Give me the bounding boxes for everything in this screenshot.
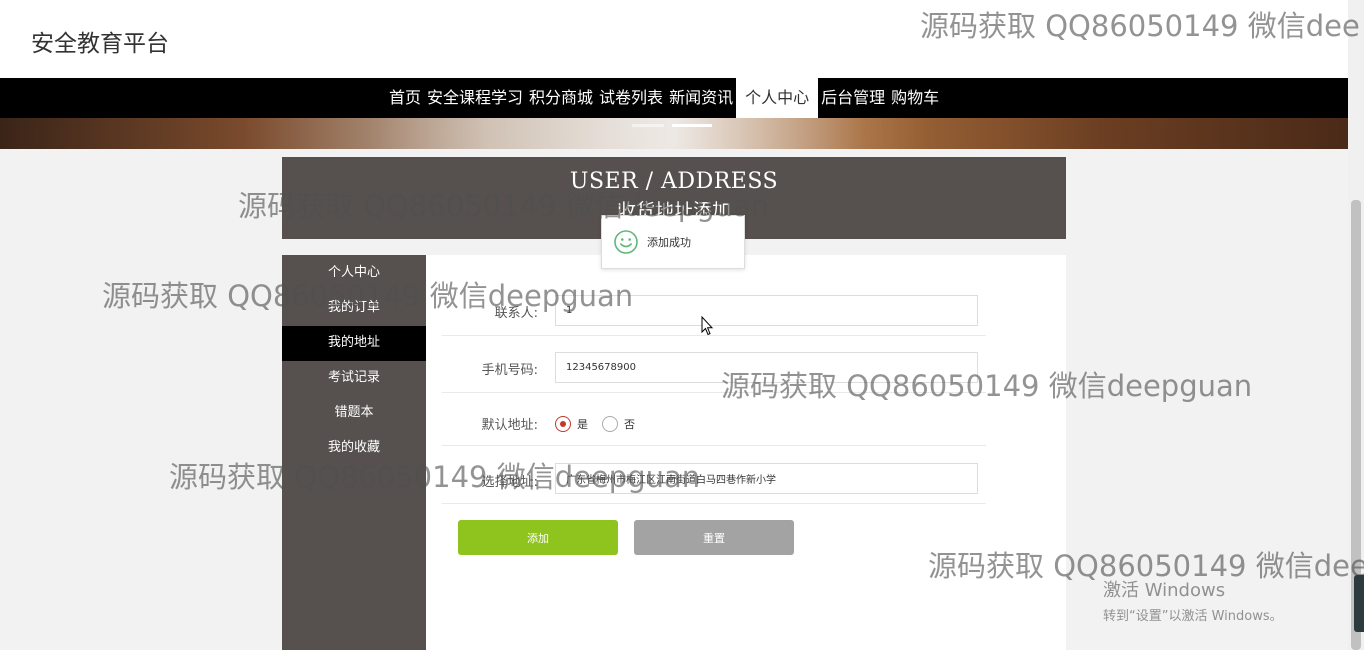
activation-title: 激活 Windows (1103, 580, 1226, 601)
sidebar-item-favorites[interactable]: 我的收藏 (282, 431, 426, 466)
activation-subtitle: 转到“设置”以激活 Windows。 (1103, 609, 1283, 624)
nav-items: 首页 安全课程学习 积分商城 试卷列表 新闻资讯 个人中心 后台管理 购物车 (386, 78, 942, 118)
address-label: 选择地址: (481, 475, 538, 490)
sidebar-item-my-address[interactable]: 我的地址 (282, 326, 426, 361)
carousel-dot-active[interactable] (672, 124, 712, 127)
phone-row: 手机号码: (442, 348, 986, 393)
phone-label: 手机号码: (481, 363, 538, 378)
default-address-radio-group: 是 否 (555, 416, 649, 432)
default-address-label: 默认地址: (481, 418, 538, 433)
user-sidebar: 个人中心 我的订单 我的地址 考试记录 错题本 我的收藏 (282, 255, 426, 650)
default-address-row: 默认地址: 是 否 (442, 405, 986, 446)
mouse-cursor-icon (701, 316, 713, 336)
contact-label: 联系人: (494, 306, 538, 321)
site-title[interactable]: 安全教育平台 (31, 24, 169, 58)
nav-item-courses[interactable]: 安全课程学习 (424, 78, 526, 118)
sidebar-item-exam-records[interactable]: 考试记录 (282, 361, 426, 396)
radio-yes-label: 是 (577, 418, 588, 431)
address-row: 选择地址: (442, 458, 986, 504)
address-input[interactable] (555, 463, 978, 494)
page-scrollbar[interactable] (1348, 0, 1364, 650)
nav-item-cart[interactable]: 购物车 (888, 78, 942, 118)
add-button[interactable]: 添加 (458, 520, 618, 555)
sidebar-item-user-center[interactable]: 个人中心 (282, 256, 426, 291)
carousel-dot[interactable] (632, 124, 664, 127)
main-nav: 首页 安全课程学习 积分商城 试卷列表 新闻资讯 个人中心 后台管理 购物车 (0, 78, 1348, 118)
sidebar-item-my-orders[interactable]: 我的订单 (282, 291, 426, 326)
radio-no-label: 否 (624, 418, 635, 431)
sidebar-item-wrong-questions[interactable]: 错题本 (282, 396, 426, 431)
smile-icon (614, 230, 638, 254)
nav-item-admin[interactable]: 后台管理 (818, 78, 888, 118)
phone-input[interactable] (555, 352, 978, 383)
top-header: 安全教育平台 (0, 0, 1348, 78)
nav-item-home[interactable]: 首页 (386, 78, 424, 118)
banner-image (0, 118, 1348, 149)
toast-message: 添加成功 (647, 236, 691, 249)
radio-no[interactable] (602, 416, 618, 432)
nav-item-exam-list[interactable]: 试卷列表 (596, 78, 666, 118)
reset-button[interactable]: 重置 (634, 520, 794, 555)
contact-input[interactable] (555, 295, 978, 326)
nav-item-points-mall[interactable]: 积分商城 (526, 78, 596, 118)
side-tray-widget[interactable] (1354, 575, 1364, 632)
nav-item-user-center[interactable]: 个人中心 (736, 78, 819, 118)
contact-row: 联系人: (442, 291, 986, 336)
windows-activation-notice: 激活 Windows 转到“设置”以激活 Windows。 (1103, 576, 1283, 624)
address-form: 联系人: 手机号码: 默认地址: 是 否 选择地址: 添加 重置 (426, 255, 1066, 650)
page-title-en: USER / ADDRESS (569, 169, 779, 194)
radio-yes[interactable] (555, 416, 571, 432)
nav-item-news[interactable]: 新闻资讯 (666, 78, 736, 118)
success-toast: 添加成功 (601, 215, 745, 269)
carousel-dots (632, 124, 712, 127)
